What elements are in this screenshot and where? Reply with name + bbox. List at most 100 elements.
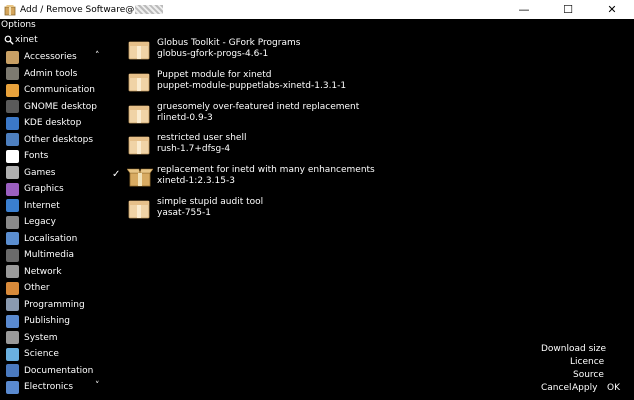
science-icon (6, 347, 19, 361)
sidebar-item-label: Publishing (24, 316, 70, 326)
sidebar-item-fonts[interactable]: Fonts (6, 148, 48, 164)
sidebar-item-label: Legacy (24, 217, 56, 227)
sidebar-item-admin-tools[interactable]: Admin tools (6, 66, 77, 82)
sidebar-item-graphics[interactable]: Graphics (6, 181, 64, 197)
kde-icon (6, 116, 19, 130)
sidebar-item-gnome-desktop[interactable]: GNOME desktop (6, 99, 97, 115)
sidebar-item-kde-desktop[interactable]: KDE desktop (6, 115, 81, 131)
scroll-down-icon[interactable]: ˅ (95, 381, 100, 391)
cancel-button[interactable]: Cancel (541, 383, 572, 393)
fonts-icon (6, 149, 19, 163)
search-input[interactable]: xinet (15, 35, 38, 45)
package-name: globus-gfork-progs-4.6-1 (157, 49, 269, 59)
package-name: xinetd-1:2.3.15-3 (157, 176, 235, 187)
sidebar-item-electronics[interactable]: Electronics (6, 379, 73, 395)
search-icon (4, 35, 14, 45)
sidebar-item-label: Network (24, 266, 62, 277)
download-size-label[interactable]: Download size (541, 344, 606, 354)
sidebar-item-communication[interactable]: Communication (6, 82, 95, 98)
sidebar-item-label: GNOME desktop (24, 101, 98, 112)
package-name: yasat-755-1 (157, 208, 211, 218)
package-row[interactable]: gruesomely over-featured inetd replaceme… (112, 100, 532, 128)
publishing-icon (6, 314, 19, 328)
system-icon (6, 331, 19, 344)
sidebar-item-legacy[interactable]: Legacy (6, 214, 56, 230)
games-icon (6, 166, 19, 179)
sidebar-item-documentation[interactable]: Documentation (6, 363, 93, 379)
network-icon (6, 265, 19, 278)
sidebar-item-label: Other desktops (24, 134, 94, 145)
sidebar-item-multimedia[interactable]: Multimedia (6, 247, 74, 263)
sidebar-item-label: Communication (24, 85, 95, 95)
open-package-icon (126, 165, 154, 187)
package-row[interactable]: simple stupid audit tool yasat-755-1 (112, 195, 532, 223)
ok-button[interactable]: OK (607, 383, 620, 393)
sidebar-item-system[interactable]: System (6, 330, 58, 346)
package-row[interactable]: Puppet module for xinetd puppet-module-pu… (112, 68, 532, 96)
installed-check-icon[interactable]: ✓ (112, 169, 122, 180)
graphics-icon (6, 182, 19, 196)
package-row[interactable]: restricted user shell rush-1.7+dfsg-4 (112, 131, 532, 159)
sidebar-item-localisation[interactable]: Localisation (6, 231, 77, 247)
package-icon (127, 197, 151, 219)
sidebar-item-label: KDE desktop (24, 118, 82, 128)
sidebar-item-label: Internet (24, 200, 60, 211)
sidebar-item-games[interactable]: Games (6, 165, 55, 181)
sidebar-item-label: Localisation (24, 233, 78, 244)
licence-label[interactable]: Licence (570, 357, 604, 367)
sidebar-item-publishing[interactable]: Publishing (6, 313, 70, 329)
minimize-button[interactable]: — (502, 0, 546, 19)
multimedia-icon (6, 248, 19, 262)
sidebar-item-label: Other (24, 283, 50, 293)
package-icon (127, 133, 151, 155)
other-icon (6, 281, 19, 295)
maximize-button[interactable]: ☐ (546, 0, 590, 19)
sidebar-item-label: Programming (24, 299, 85, 310)
internet-icon (6, 199, 19, 212)
package-icon (127, 38, 151, 60)
package-summary: gruesomely over-featured inetd replaceme… (157, 101, 360, 112)
scroll-up-icon[interactable]: ˄ (95, 51, 100, 61)
sidebar-item-label: Fonts (24, 151, 49, 161)
sidebar-item-label: Documentation (24, 365, 94, 376)
accessories-icon (6, 50, 19, 64)
package-name: puppet-module-puppetlabs-xinetd-1.3.1-1 (157, 80, 347, 91)
search-field[interactable]: xinet (4, 33, 104, 47)
window-controls: — ☐ ✕ (502, 0, 634, 19)
close-button[interactable]: ✕ (590, 0, 634, 19)
sidebar-item-science[interactable]: Science (6, 346, 59, 362)
menu-bar: Options (0, 19, 634, 31)
apply-button[interactable]: Apply (572, 383, 597, 393)
package-summary: Globus Toolkit - GFork Programs (157, 38, 301, 48)
options-menu[interactable]: Options (1, 20, 36, 30)
communication-icon (6, 83, 19, 97)
sidebar-item-label: Multimedia (24, 250, 75, 260)
package-summary: Puppet module for xinetd (157, 69, 272, 80)
hostname-blur (135, 5, 164, 14)
sidebar-item-programming[interactable]: Programming (6, 297, 85, 313)
legacy-icon (6, 215, 19, 229)
package-row[interactable]: ✓ replacement for inetd with many enhance… (112, 163, 532, 191)
gnome-icon (6, 100, 19, 113)
sidebar-item-internet[interactable]: Internet (6, 198, 60, 214)
source-label[interactable]: Source (573, 370, 604, 380)
package-row[interactable]: Globus Toolkit - GFork Programs globus-gf… (112, 36, 532, 64)
sidebar-item-label: Accessories (24, 52, 77, 62)
app-icon (4, 4, 16, 16)
sidebar-item-network[interactable]: Network (6, 264, 62, 280)
package-summary: simple stupid audit tool (157, 197, 264, 207)
package-summary: replacement for inetd with many enhancem… (157, 165, 375, 176)
admin-tools-icon (6, 67, 19, 80)
sidebar-item-other[interactable]: Other (6, 280, 50, 296)
sidebar-item-label: Games (24, 167, 56, 178)
documentation-icon (6, 364, 19, 377)
sidebar-item-accessories[interactable]: Accessories (6, 49, 77, 65)
programming-icon (6, 298, 19, 311)
localisation-icon (6, 232, 19, 245)
other-desktops-icon (6, 133, 19, 146)
package-icon (127, 70, 151, 92)
title-bar: Add / Remove Software@ — ☐ ✕ (0, 0, 634, 19)
sidebar-item-label: System (24, 332, 58, 343)
package-name: rlinetd-0.9-3 (157, 112, 213, 123)
sidebar-item-other-desktops[interactable]: Other desktops (6, 132, 93, 148)
